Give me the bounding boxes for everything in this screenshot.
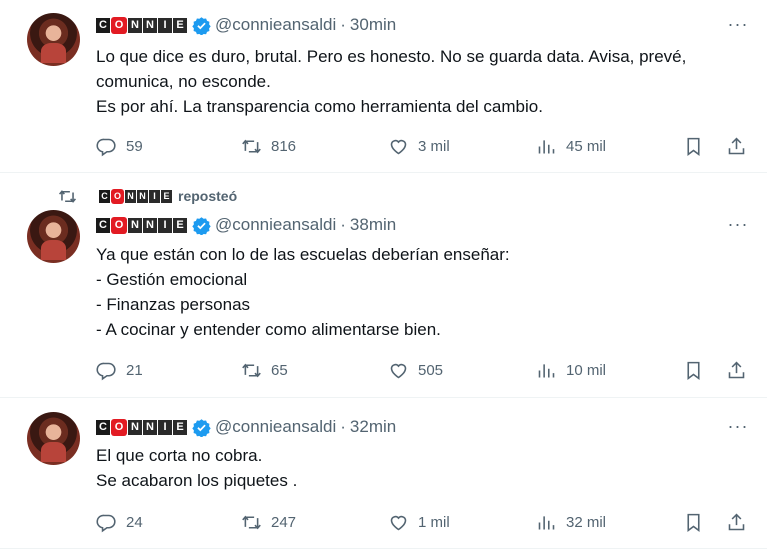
more-options-icon[interactable]: ··· xyxy=(727,417,749,439)
repost-count: 816 xyxy=(271,137,297,155)
action-bar: 59 816 3 mil 45 mil xyxy=(96,134,751,158)
share-button[interactable] xyxy=(726,358,747,382)
bookmark-icon xyxy=(687,137,700,156)
like-count: 3 mil xyxy=(418,137,450,155)
separator-dot: · xyxy=(340,417,346,436)
views-count: 32 mil xyxy=(566,513,607,531)
bookmark-button[interactable] xyxy=(683,134,704,158)
tweet[interactable]: CONNIE @connieansaldi · 30min ··· Lo que… xyxy=(0,0,767,173)
repost-icon xyxy=(242,363,261,377)
author-name-logo[interactable]: CONNIE xyxy=(96,16,188,34)
more-options-icon[interactable]: ··· xyxy=(727,215,749,237)
tweet-text: El que corta no cobra. Se acabaron los p… xyxy=(96,443,756,493)
heart-icon xyxy=(390,363,407,378)
tweet-text-line: Lo que dice es duro, brutal. Pero es hon… xyxy=(96,47,687,66)
tweet-text-line: Es por ahí. La transparencia como herram… xyxy=(96,97,543,116)
tweet-text-line: Ya que están con lo de las escuelas debe… xyxy=(96,245,510,264)
repost-icon xyxy=(242,515,261,529)
views-button[interactable]: 32 mil xyxy=(536,510,606,534)
tweet-header: CONNIE @connieansaldi · 30min xyxy=(96,14,396,36)
tweet-text-line: El que corta no cobra. xyxy=(96,446,263,465)
views-count: 45 mil xyxy=(566,137,607,155)
like-button[interactable]: 505 xyxy=(388,358,443,382)
repost-button[interactable]: 816 xyxy=(241,134,296,158)
reply-count: 21 xyxy=(126,361,143,379)
like-count: 505 xyxy=(418,361,444,379)
tweet[interactable]: CONNIE reposteó CONNIE @connieansaldi · … xyxy=(0,173,767,398)
reposter-name-logo[interactable]: CONNIE xyxy=(99,188,173,205)
separator-dot: · xyxy=(340,15,346,34)
avatar[interactable] xyxy=(27,210,80,263)
author-handle[interactable]: @connieansaldi xyxy=(215,215,336,235)
avatar[interactable] xyxy=(27,13,80,66)
separator-dot: · xyxy=(340,215,346,234)
tweet-text-line: Se acabaron los piquetes . xyxy=(96,471,298,490)
share-button[interactable] xyxy=(726,510,747,534)
repost-icon xyxy=(242,139,261,153)
timestamp[interactable]: 30min xyxy=(350,15,396,35)
reply-button[interactable]: 59 xyxy=(96,134,143,158)
bookmark-icon xyxy=(687,361,700,380)
tweet-header: CONNIE @connieansaldi · 38min xyxy=(96,214,396,236)
action-bar: 21 65 505 10 mil xyxy=(96,358,751,382)
repost-label: reposteó xyxy=(178,188,238,204)
reply-button[interactable]: 24 xyxy=(96,510,143,534)
views-button[interactable]: 10 mil xyxy=(536,358,606,382)
heart-icon xyxy=(390,139,407,154)
verified-badge-icon xyxy=(192,216,211,235)
heart-icon xyxy=(390,515,407,530)
more-options-icon[interactable]: ··· xyxy=(727,15,749,37)
reply-count: 59 xyxy=(126,137,143,155)
reply-icon xyxy=(96,514,116,532)
tweet-text-line: - Finanzas personas xyxy=(96,295,251,314)
author-name-logo[interactable]: CONNIE xyxy=(96,216,188,234)
views-button[interactable]: 45 mil xyxy=(536,134,606,158)
author-name-logo[interactable]: CONNIE xyxy=(96,418,188,436)
tweet-text-line: - A cocinar y entender como alimentarse … xyxy=(96,320,441,339)
repost-button[interactable]: 247 xyxy=(241,510,296,534)
author-handle[interactable]: @connieansaldi xyxy=(215,417,336,437)
reply-count: 24 xyxy=(126,513,143,531)
views-icon xyxy=(538,515,555,529)
tweet[interactable]: CONNIE @connieansaldi · 32min ··· El que… xyxy=(0,398,767,549)
repost-icon xyxy=(58,189,77,203)
like-count: 1 mil xyxy=(418,513,450,531)
share-icon xyxy=(728,361,745,378)
tweet-text: Lo que dice es duro, brutal. Pero es hon… xyxy=(96,44,756,119)
bookmark-icon xyxy=(687,513,700,532)
repost-context: CONNIE reposteó xyxy=(58,185,237,207)
repost-count: 247 xyxy=(271,513,297,531)
share-icon xyxy=(728,513,745,530)
repost-button[interactable]: 65 xyxy=(241,358,288,382)
tweet-text-line: - Gestión emocional xyxy=(96,270,248,289)
views-icon xyxy=(538,363,555,377)
verified-badge-icon xyxy=(192,16,211,35)
action-bar: 24 247 1 mil 32 mil xyxy=(96,510,751,534)
avatar[interactable] xyxy=(27,412,80,465)
like-button[interactable]: 1 mil xyxy=(388,510,450,534)
tweet-text: Ya que están con lo de las escuelas debe… xyxy=(96,242,756,342)
timestamp[interactable]: 38min xyxy=(350,215,396,235)
bookmark-button[interactable] xyxy=(683,510,704,534)
timestamp[interactable]: 32min xyxy=(350,417,396,437)
tweet-text-line: comunica, no esconde. xyxy=(96,72,271,91)
reply-icon xyxy=(96,138,116,156)
tweet-header: CONNIE @connieansaldi · 32min xyxy=(96,416,396,438)
repost-count: 65 xyxy=(271,361,288,379)
reply-icon xyxy=(96,362,116,380)
views-icon xyxy=(538,139,555,153)
reply-button[interactable]: 21 xyxy=(96,358,143,382)
views-count: 10 mil xyxy=(566,361,607,379)
bookmark-button[interactable] xyxy=(683,358,704,382)
like-button[interactable]: 3 mil xyxy=(388,134,450,158)
author-handle[interactable]: @connieansaldi xyxy=(215,15,336,35)
share-button[interactable] xyxy=(726,134,747,158)
verified-badge-icon xyxy=(192,418,211,437)
share-icon xyxy=(728,137,745,154)
